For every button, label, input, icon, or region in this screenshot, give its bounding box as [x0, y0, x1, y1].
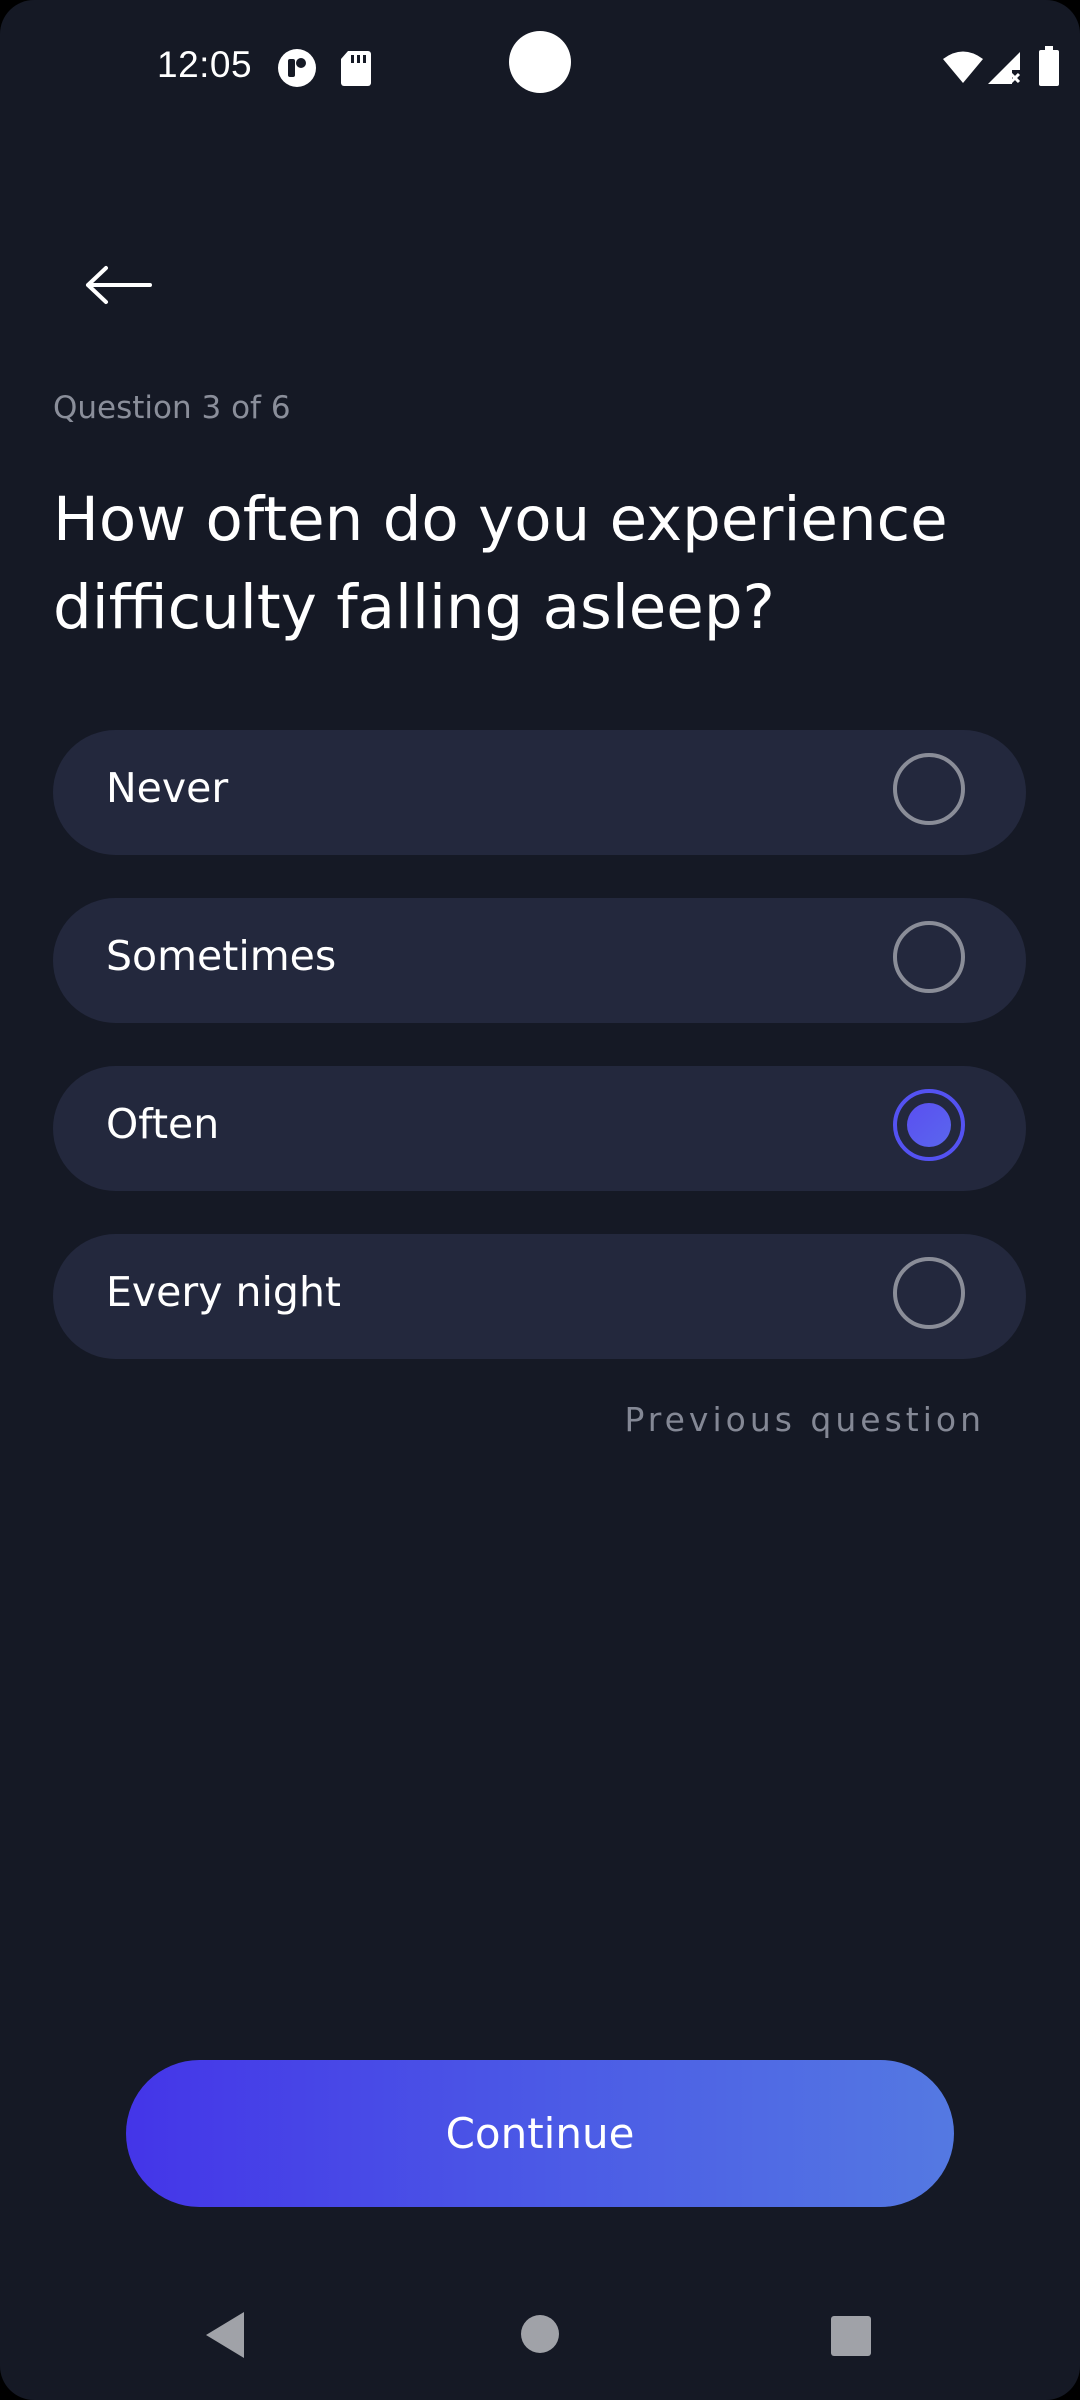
status-bar: 12:05	[0, 0, 1080, 130]
status-time: 12:05	[157, 44, 253, 85]
battery-icon	[1039, 46, 1059, 86]
question-counter: Question 3 of 6	[53, 390, 291, 426]
system-nav-bar	[0, 2280, 1080, 2400]
radio-button-selected[interactable]	[893, 1089, 965, 1161]
question-title: How often do you experience difficulty f…	[53, 484, 948, 643]
notification-app-icon	[278, 49, 316, 87]
option-every-night[interactable]: Every night	[53, 1234, 1026, 1359]
option-label: Every night	[106, 1268, 342, 1316]
nav-back-icon[interactable]	[206, 2312, 244, 2358]
radio-button[interactable]	[893, 753, 965, 825]
wifi-icon	[943, 51, 983, 83]
option-sometimes[interactable]: Sometimes	[53, 898, 1026, 1023]
front-camera	[509, 31, 571, 93]
nav-home-icon[interactable]	[521, 2315, 559, 2353]
answer-options: Never Sometimes Often Every night	[53, 730, 1026, 1402]
previous-question-link[interactable]: Previous question	[624, 1400, 985, 1439]
option-label: Never	[106, 764, 229, 812]
option-label: Often	[106, 1100, 220, 1148]
signal-icon	[988, 52, 1021, 84]
arrow-left-icon	[86, 266, 152, 304]
sd-card-icon	[341, 51, 371, 86]
radio-button[interactable]	[893, 1257, 965, 1329]
radio-selected-dot	[907, 1103, 951, 1147]
continue-button[interactable]: Continue	[126, 2060, 954, 2207]
option-often[interactable]: Often	[53, 1066, 1026, 1191]
radio-button[interactable]	[893, 921, 965, 993]
screen: 12:05 Question 3 of 6 How often do you e…	[0, 0, 1080, 2400]
back-button[interactable]	[70, 245, 166, 325]
option-label: Sometimes	[106, 932, 337, 980]
nav-recents-icon[interactable]	[831, 2316, 871, 2356]
option-never[interactable]: Never	[53, 730, 1026, 855]
